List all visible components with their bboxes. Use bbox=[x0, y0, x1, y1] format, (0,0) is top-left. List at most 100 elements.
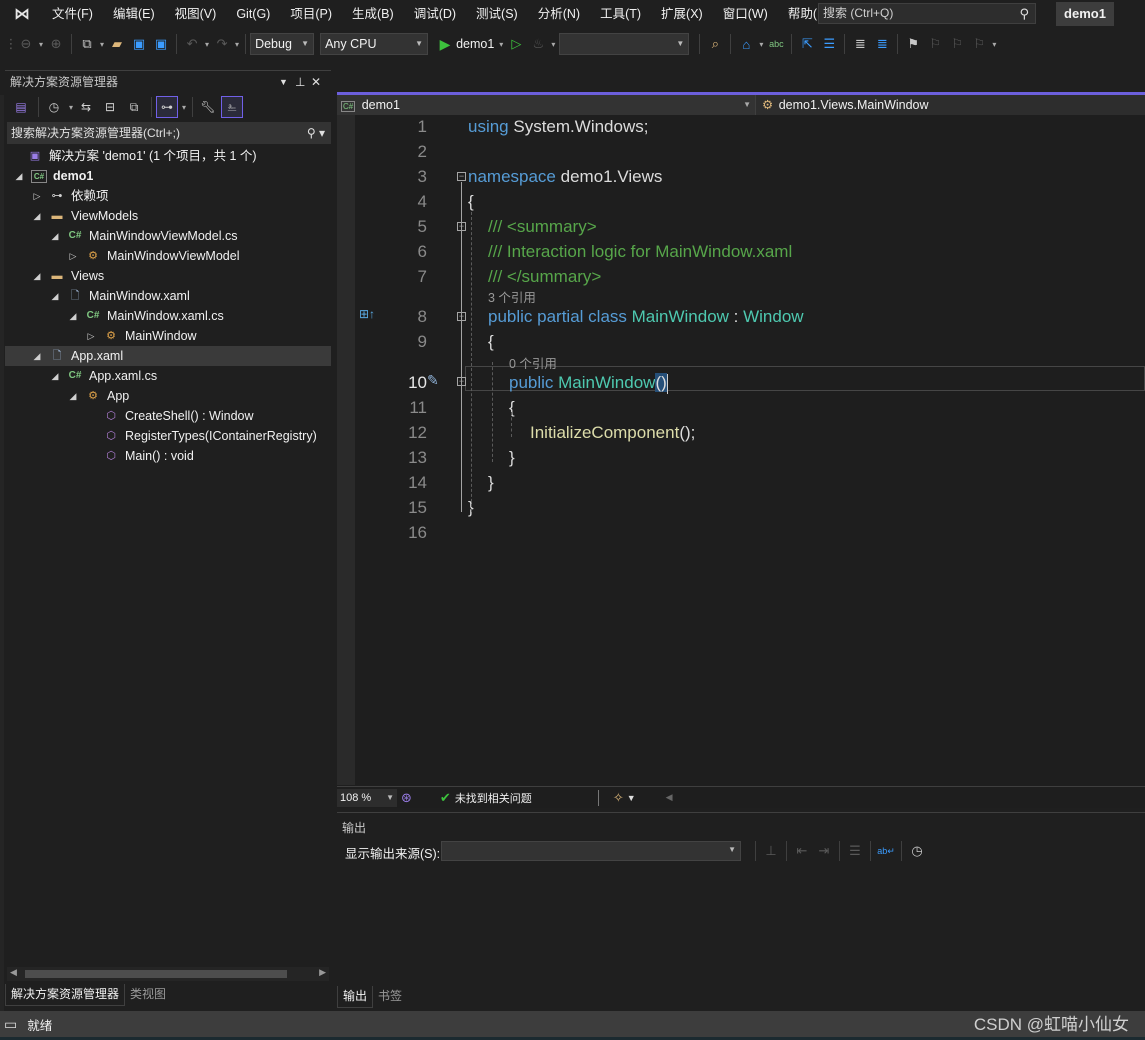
find-in-files-icon[interactable]: ⌕ bbox=[705, 34, 725, 54]
tree-item[interactable]: ◢ C# MainWindowViewModel.cs bbox=[5, 226, 331, 246]
code-line[interactable]: /// </summary> bbox=[488, 267, 601, 287]
code-area[interactable]: 1 2 3 4 5 6 7 8 9 10 11 12 13 14 15 16 using System.Win… bbox=[337, 115, 1145, 785]
next-message-icon[interactable]: ⇥ bbox=[814, 841, 834, 861]
code-line[interactable]: using System.Windows; bbox=[468, 117, 648, 137]
start-target-label[interactable]: demo1 bbox=[456, 37, 494, 51]
code-line[interactable]: { bbox=[468, 192, 474, 212]
expand-arrow-icon[interactable]: ▷ bbox=[31, 186, 43, 206]
undo-icon[interactable]: ↶ bbox=[182, 34, 202, 54]
code-line[interactable]: } bbox=[509, 448, 515, 468]
hot-reload-icon[interactable]: ♨ bbox=[528, 34, 548, 54]
configuration-select[interactable]: Debug ▼ bbox=[250, 33, 315, 55]
issues-status[interactable]: 未找到相关问题 bbox=[455, 790, 532, 806]
uncomment-lines-icon[interactable]: ≣ bbox=[872, 34, 892, 54]
clear-all-icon[interactable]: ☰ bbox=[845, 841, 865, 861]
collapse-arrow-icon[interactable]: ◢ bbox=[49, 286, 61, 306]
project-navigation-dropdown[interactable]: C# demo1 ▼ bbox=[337, 95, 755, 115]
pin-icon[interactable]: ⊥ bbox=[295, 71, 305, 93]
tree-item[interactable]: ◢ 🗋︎ App.xaml bbox=[5, 346, 331, 366]
expand-arrow-icon[interactable]: ▷ bbox=[67, 246, 79, 266]
menu-file[interactable]: 文件(F) bbox=[42, 0, 103, 28]
collapse-arrow-icon[interactable]: ◢ bbox=[49, 366, 61, 386]
collapse-arrow-icon[interactable]: ◢ bbox=[31, 206, 43, 226]
comment-lines-icon[interactable]: ≣ bbox=[850, 34, 870, 54]
save-icon[interactable]: ▣ bbox=[129, 34, 149, 54]
tree-view-dropdown-icon[interactable]: ▾ bbox=[182, 103, 186, 112]
tree-item[interactable]: ◢ 🗋︎ MainWindow.xaml bbox=[5, 286, 331, 306]
menu-project[interactable]: 项目(P) bbox=[280, 0, 342, 28]
redo-dropdown-icon[interactable]: ▾ bbox=[235, 40, 239, 49]
tree-item[interactable]: ◢ C# App.xaml.cs bbox=[5, 366, 331, 386]
start-without-debugging-icon[interactable]: ▷ bbox=[506, 34, 526, 54]
tree-item[interactable]: ▷ ⚙ MainWindow bbox=[5, 326, 331, 346]
tab-bookmarks[interactable]: 书签 bbox=[373, 986, 407, 1008]
collapse-arrow-icon[interactable]: ◢ bbox=[13, 166, 25, 186]
close-icon[interactable]: ✕ bbox=[311, 71, 321, 93]
browser-link-icon[interactable]: ⌂ bbox=[736, 34, 756, 54]
collapse-all-icon[interactable]: ⊟ bbox=[99, 96, 121, 118]
codelens-references-ctor[interactable]: 0 个引用 bbox=[509, 353, 557, 372]
spell-check-icon[interactable]: abc bbox=[766, 34, 786, 54]
collapse-arrow-icon[interactable]: ◢ bbox=[31, 266, 43, 286]
code-cleanup-dropdown-icon[interactable]: ▼ bbox=[627, 793, 636, 803]
code-line[interactable]: } bbox=[488, 473, 494, 493]
live-property-icon[interactable]: ☰ bbox=[819, 34, 839, 54]
collapse-arrow-icon[interactable]: ◢ bbox=[67, 386, 79, 406]
code-line[interactable]: public MainWindow() bbox=[509, 373, 668, 394]
tree-item[interactable]: ⬡ CreateShell() : Window bbox=[5, 406, 331, 426]
scroll-left-icon[interactable]: ◀ bbox=[666, 792, 673, 803]
find-message-in-code-icon[interactable]: ⊥ bbox=[761, 841, 781, 861]
collapse-arrow-icon[interactable]: ◢ bbox=[31, 346, 43, 366]
menu-extensions[interactable]: 扩展(X) bbox=[651, 0, 713, 28]
tree-item[interactable]: ◢ ⚙ App bbox=[5, 386, 331, 406]
tree-item[interactable]: ▣ 解决方案 'demo1' (1 个项目，共 1 个) bbox=[5, 146, 331, 166]
tree-item[interactable]: ◢ C# MainWindow.xaml.cs bbox=[5, 306, 331, 326]
tab-solution-explorer[interactable]: 解决方案资源管理器 bbox=[5, 984, 126, 1006]
collapse-arrow-icon[interactable]: ◢ bbox=[67, 306, 79, 326]
debug-target-select[interactable]: ▼ bbox=[559, 33, 690, 55]
toolbar-grip-icon[interactable]: ⋮ bbox=[5, 34, 18, 54]
tree-item[interactable]: ◢ ▬ Views bbox=[5, 266, 331, 286]
tab-class-view[interactable]: 类视图 bbox=[125, 984, 171, 1006]
tab-output[interactable]: 输出 bbox=[337, 986, 374, 1008]
menu-edit[interactable]: 编辑(E) bbox=[103, 0, 165, 28]
menu-view[interactable]: 视图(V) bbox=[165, 0, 227, 28]
previous-message-icon[interactable]: ⇤ bbox=[792, 841, 812, 861]
code-line[interactable]: /// <summary> bbox=[488, 217, 597, 237]
timestamp-clock-icon[interactable]: ◷ bbox=[907, 841, 927, 861]
codelens-references-class[interactable]: 3 个引用 bbox=[488, 287, 536, 306]
collapse-arrow-icon[interactable]: ◢ bbox=[49, 226, 61, 246]
menu-debug[interactable]: 调试(D) bbox=[404, 0, 466, 28]
code-line[interactable]: InitializeComponent(); bbox=[530, 423, 695, 443]
open-file-icon[interactable]: ▰ bbox=[107, 34, 127, 54]
navigate-back-dropdown-icon[interactable]: ▾ bbox=[39, 40, 43, 49]
code-cleanup-brush-icon[interactable]: ✧ bbox=[613, 790, 624, 806]
preview-selected-items-icon[interactable]: ⎁ bbox=[221, 96, 244, 118]
implementation-glyph-icon[interactable]: ⊞↑ bbox=[359, 307, 375, 321]
save-all-icon[interactable]: ▣ bbox=[151, 34, 171, 54]
scroll-right-icon[interactable]: ▶ bbox=[319, 967, 326, 978]
code-line[interactable]: { bbox=[488, 332, 494, 352]
toggle-bookmark-icon[interactable]: ⚑ bbox=[903, 34, 923, 54]
tree-item[interactable]: ▷ ⊶ 依赖项 bbox=[5, 186, 331, 206]
filter-dropdown-icon[interactable]: ▾ bbox=[69, 103, 73, 112]
global-search-input[interactable]: 搜索 (Ctrl+Q) ⚲ bbox=[818, 3, 1036, 24]
intellicode-icon[interactable]: ⊛ bbox=[401, 790, 412, 806]
menu-tools[interactable]: 工具(T) bbox=[590, 0, 651, 28]
menu-analyze[interactable]: 分析(N) bbox=[528, 0, 590, 28]
start-debugging-icon[interactable]: ▶ bbox=[435, 34, 455, 54]
show-all-files-icon[interactable]: ⧉ bbox=[123, 96, 145, 118]
project-name-badge[interactable]: demo1 bbox=[1056, 2, 1114, 26]
toolbar-overflow-icon[interactable]: ▾ bbox=[992, 40, 996, 49]
pending-changes-filter-icon[interactable]: ◷ bbox=[43, 96, 65, 118]
new-project-icon[interactable]: ⧉ bbox=[77, 34, 97, 54]
word-wrap-icon[interactable]: ab↵ bbox=[876, 841, 896, 861]
code-line[interactable]: /// Interaction logic for MainWindow.xam… bbox=[488, 242, 792, 262]
code-line[interactable]: public partial class MainWindow : Window bbox=[488, 307, 804, 327]
notification-icon[interactable]: ▭ bbox=[4, 1016, 17, 1033]
switch-views-icon[interactable]: ▤ bbox=[10, 96, 32, 118]
window-position-dropdown-icon[interactable]: ▼ bbox=[279, 71, 288, 93]
scroll-left-icon[interactable]: ◀ bbox=[10, 967, 17, 978]
type-navigation-dropdown[interactable]: ⚙︎ demo1.Views.MainWindow bbox=[755, 95, 1145, 115]
tree-view-toggle-icon[interactable]: ⊶ bbox=[156, 96, 179, 118]
